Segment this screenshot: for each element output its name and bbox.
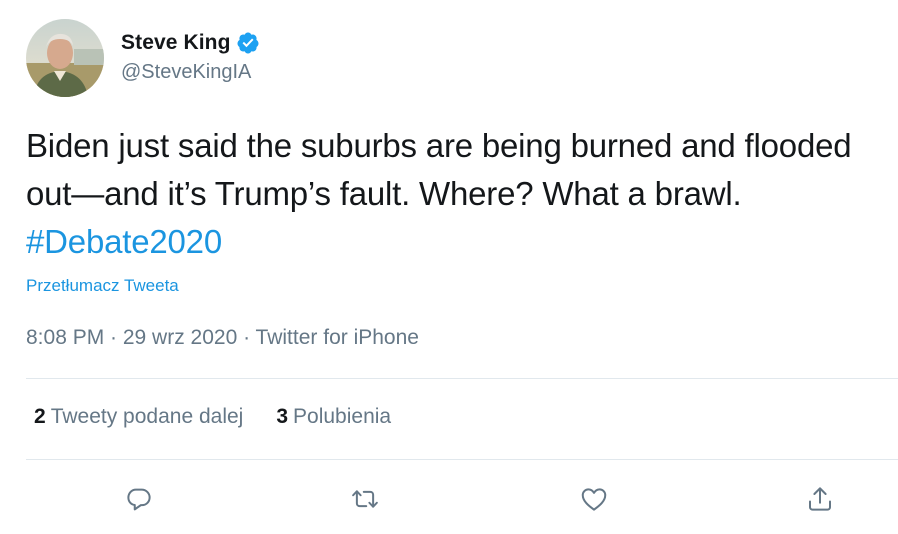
heart-icon (581, 488, 607, 511)
tweet-text: Biden just said the suburbs are being bu… (26, 122, 886, 266)
translate-tweet-link[interactable]: Przetłumacz Tweeta (26, 276, 179, 296)
tweet-stats: 2 Tweety podane dalej 3 Polubienia (34, 405, 424, 429)
retweet-icon (352, 490, 378, 508)
tweet-card: Steve King @SteveKingIA Biden just said … (0, 0, 898, 534)
tweet-meta: 8:08 PM · 29 wrz 2020 · Twitter for iPho… (26, 326, 419, 349)
reply-icon (127, 488, 151, 511)
tweet-header: Steve King @SteveKingIA (26, 19, 260, 97)
author-handle[interactable]: @SteveKingIA (121, 61, 260, 84)
share-button[interactable] (803, 482, 837, 516)
retweet-button[interactable] (348, 482, 382, 516)
tweet-text-main: Biden just said the suburbs are being bu… (26, 127, 852, 212)
retweets-count: 2 (34, 405, 46, 428)
reply-button[interactable] (122, 482, 156, 516)
author-names: Steve King @SteveKingIA (121, 31, 260, 84)
verified-badge-icon (236, 31, 260, 55)
share-icon (809, 487, 831, 511)
likes-label: Polubienia (293, 405, 392, 428)
display-name-row: Steve King (121, 31, 260, 55)
divider-bottom (26, 459, 898, 460)
avatar[interactable] (26, 19, 104, 97)
likes-stat[interactable]: 3 Polubienia (276, 405, 391, 429)
retweets-stat[interactable]: 2 Tweety podane dalej (34, 405, 243, 429)
likes-count: 3 (276, 405, 289, 428)
like-button[interactable] (577, 482, 611, 516)
retweets-label: Tweety podane dalej (50, 405, 244, 428)
avatar-photo (26, 19, 104, 97)
author-display-name[interactable]: Steve King (121, 31, 231, 55)
hashtag-link[interactable]: #Debate2020 (26, 223, 222, 260)
divider-top (26, 378, 898, 379)
